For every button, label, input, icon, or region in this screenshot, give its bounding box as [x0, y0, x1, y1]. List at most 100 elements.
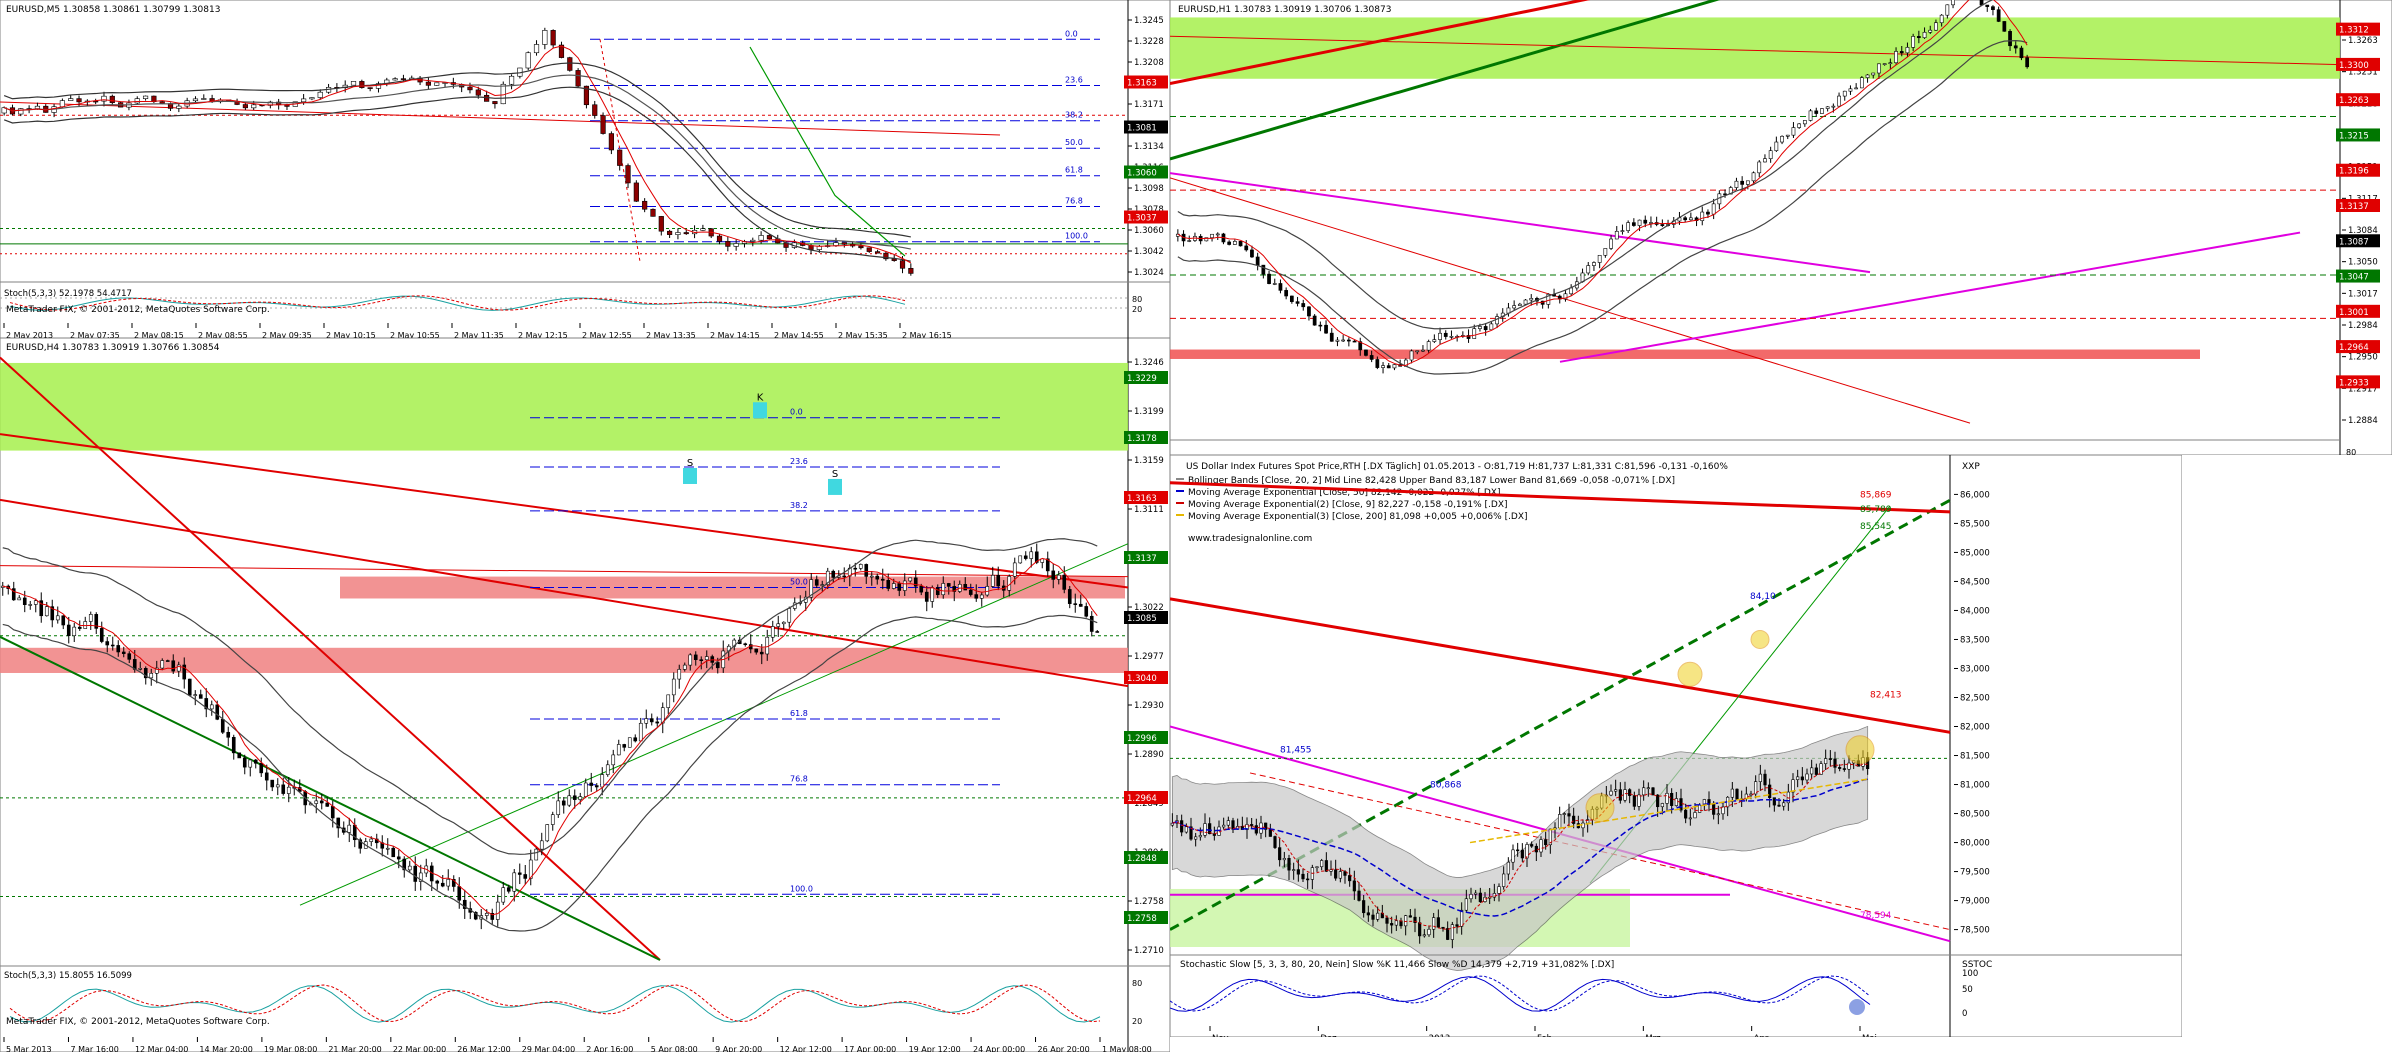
dx-xtick: Feb [1537, 1034, 1552, 1037]
dx-candle [1777, 804, 1781, 807]
dx-candle [1660, 803, 1664, 808]
h1-candle [1916, 36, 1921, 39]
h4-xtick: 26 Mar 12:00 [457, 1045, 510, 1052]
h4-candle [946, 583, 951, 587]
h1-candle [1740, 180, 1745, 185]
h4-candle [787, 608, 792, 623]
dx-candle [1502, 873, 1506, 887]
h1-candle [1797, 123, 1802, 128]
h4-candle [633, 737, 638, 742]
h4-candle [61, 615, 66, 626]
h4-price-tag: 1.2996 [1127, 734, 1157, 744]
m5-candle [317, 91, 323, 98]
h4-candle [1029, 551, 1034, 559]
h4-candle [996, 574, 1001, 587]
m5-candle [251, 104, 257, 109]
h4-price-tag: 1.3163 [1127, 494, 1157, 504]
h4-candle [578, 796, 583, 800]
h4-candle [666, 694, 671, 708]
dx-candle [1287, 857, 1291, 871]
m5-candle [359, 81, 365, 88]
h4-candle [1073, 603, 1078, 605]
h1-candle [1996, 9, 2001, 22]
h4-candle [105, 641, 110, 646]
h1-ytick: 1.2950 [2348, 353, 2378, 363]
fib-label: 50.0 [790, 578, 808, 587]
h1-candle [1250, 249, 1254, 258]
h1-candle [1985, 4, 1990, 7]
h1-candle [1660, 224, 1665, 226]
h1-candle [1244, 245, 1249, 251]
h1-candle [1802, 120, 1807, 125]
dx-candle [1385, 917, 1389, 924]
h1-candle [1352, 340, 1357, 343]
h4-candle [693, 654, 698, 661]
m5-price-tag: 1.3081 [1127, 124, 1157, 134]
m5-xtick: 2 May 14:55 [774, 331, 824, 338]
m5-candle [733, 243, 739, 247]
h4-candle [165, 660, 170, 662]
dx-candle [1516, 849, 1520, 852]
dx-candle [1348, 875, 1352, 882]
h4-candle [270, 779, 275, 788]
h4-candle [446, 879, 451, 887]
h4-candle [594, 785, 599, 788]
dx-candle [1226, 820, 1230, 826]
h4-candle [968, 589, 973, 595]
h1-candle [1472, 328, 1477, 339]
dx-candle [1446, 928, 1450, 940]
h4-candle [974, 594, 979, 599]
h1-candle [1483, 326, 1488, 331]
h4-price-tag: 1.2848 [1127, 854, 1157, 864]
h4-candle [440, 882, 445, 887]
dx-annotation: 80,868 [1430, 780, 1462, 790]
dx-candle [1567, 813, 1571, 817]
h4-candle [842, 575, 847, 578]
dx-candle [1408, 915, 1412, 918]
h4-candle [281, 784, 286, 794]
h1-candle [1449, 336, 1454, 338]
m5-stoch-title: Stoch(5,3,3) 52.1978 54.4717 [4, 289, 132, 299]
h1-price-tag: 1.3215 [2339, 131, 2369, 141]
h4-candle [765, 636, 770, 655]
h1-candle [1603, 248, 1608, 256]
h1-candle [1934, 22, 1938, 31]
h4-candle [897, 583, 902, 591]
h1-candle [1643, 219, 1648, 224]
m5-xtick: 2 May 13:35 [646, 331, 696, 338]
dx-candle [1646, 787, 1650, 790]
h1-candle [1683, 217, 1688, 221]
dx-candle [1688, 817, 1692, 820]
m5-candle [301, 98, 307, 103]
dx-candle [1805, 773, 1809, 781]
m5-xtick: 2 May 08:55 [198, 331, 248, 338]
dx-candle [1371, 914, 1375, 920]
h4-candle [781, 621, 786, 625]
h1-candle [1899, 51, 1904, 54]
h1-candle [1734, 180, 1739, 188]
m5-candle [608, 133, 614, 151]
h1-candle [1820, 108, 1824, 114]
h1-candle [1939, 14, 1944, 24]
h4-candle [550, 814, 555, 825]
h1-candle [1369, 355, 1374, 360]
dx-candle [1656, 794, 1660, 808]
m5-price-tag: 1.3163 [1127, 79, 1157, 89]
h1-candle [1392, 364, 1397, 369]
m5-stoch-tick: 20 [1132, 305, 1142, 314]
h1-candle [1911, 36, 1916, 48]
m5-candle [766, 235, 773, 240]
m5-xtick: 2 May 09:35 [262, 331, 312, 338]
h4-candle [1056, 574, 1061, 580]
h4-candle [44, 606, 49, 617]
h4-candle [776, 623, 781, 627]
h4-candle [72, 626, 77, 636]
h1-candle [1267, 273, 1271, 284]
h1-candle [1922, 31, 1927, 39]
h4-price-tag: 1.3229 [1127, 374, 1157, 384]
h4-xtick: 14 Mar 20:00 [199, 1045, 252, 1052]
dx-ytick: 85,500 [1960, 519, 1990, 529]
h4-candle [600, 774, 605, 788]
dx-annotation: 85,869 [1860, 490, 1892, 500]
dx-xtick: Nov [1212, 1034, 1229, 1037]
